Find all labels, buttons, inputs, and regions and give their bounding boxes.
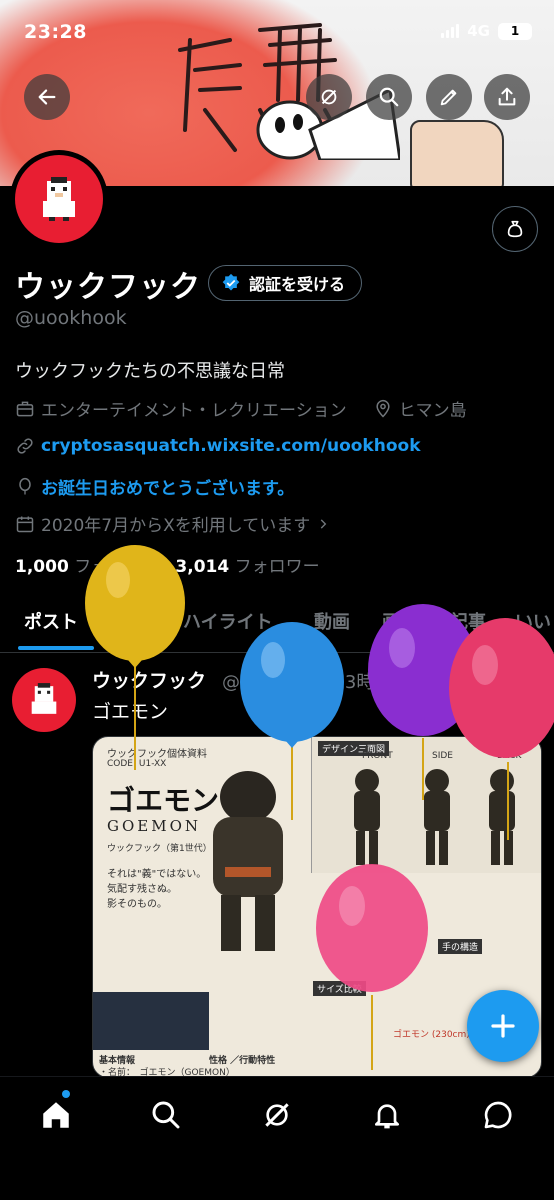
compose-post-button[interactable] (467, 990, 539, 1062)
home-icon (43, 1102, 69, 1128)
avatar-character-icon (43, 177, 75, 221)
status-time: 23:28 (24, 21, 87, 43)
briefcase-icon (16, 401, 34, 416)
media-character-main (213, 771, 283, 951)
profile-handle: @uookhook (15, 307, 127, 329)
following-link[interactable]: 1,000 フォロー中 (15, 557, 159, 577)
following-label: フォロー中 (74, 557, 160, 577)
follow-stats: 1,000 フォロー中 3,014 フォロワー (15, 552, 320, 577)
search-icon (152, 1101, 180, 1129)
notifications-icon (375, 1104, 399, 1129)
followers-count: 3,014 (175, 557, 230, 577)
media-side-label: SIDE (432, 751, 453, 761)
nav-search[interactable] (146, 1095, 186, 1135)
nav-messages[interactable] (478, 1095, 518, 1135)
edit-icon (440, 89, 457, 106)
profile-birthday: お誕生日おめでとうございます。 (41, 479, 295, 499)
media-roman: GOEMON (107, 817, 202, 835)
share-button[interactable] (484, 74, 530, 120)
profile-website-row[interactable]: cryptosasquatch.wixsite.com/uookhook (15, 436, 421, 456)
post-time: 3時間 (344, 672, 393, 693)
network-label: 4G (467, 22, 490, 40)
grok-icon (265, 1103, 289, 1127)
balloon-icon (19, 477, 31, 494)
edit-button[interactable] (426, 74, 472, 120)
link-icon (17, 438, 33, 454)
profile-category: エンターテイメント・レクリエーション (41, 401, 347, 421)
media-three-views (354, 769, 515, 865)
signal-icon (441, 24, 460, 38)
post-text: ゴエモン (92, 701, 169, 723)
back-arrow-icon (38, 89, 56, 105)
grok-icon (321, 89, 337, 105)
following-count: 1,000 (15, 557, 69, 577)
media-code: CODE: U1-XX (107, 759, 167, 769)
tip-button[interactable] (492, 206, 538, 252)
banner-hand (410, 120, 504, 186)
post-meta: @uookhook · 3時間 (222, 672, 393, 693)
media-quote-1: それは"義"ではない。 (107, 869, 207, 880)
x-logo-icon (515, 671, 533, 689)
search-button[interactable] (366, 74, 412, 120)
tab-media[interactable]: 画像 (382, 608, 418, 634)
avatar-character-icon (31, 683, 57, 714)
home-notification-dot (62, 1090, 70, 1098)
profile-website-link[interactable]: cryptosasquatch.wixsite.com/uookhook (41, 436, 421, 456)
profile-avatar[interactable] (10, 150, 108, 248)
nav-grok[interactable] (257, 1095, 297, 1135)
profile-bio: ウックフックたちの不思議な日常 (15, 361, 285, 382)
media-personality: 性格 ／行動特性 (209, 1056, 276, 1066)
search-icon (379, 87, 399, 107)
bottom-navigation (0, 1076, 554, 1200)
followers-link[interactable]: 3,014 フォロワー (175, 557, 319, 577)
nav-home[interactable] (36, 1095, 76, 1135)
post-author-name[interactable]: ウックフック (92, 666, 206, 693)
tab-likes[interactable]: いい (515, 608, 551, 634)
nav-notifications[interactable] (367, 1095, 407, 1135)
post-author-handle: @uookhook (222, 672, 328, 693)
plus-icon (491, 1014, 515, 1038)
tab-videos[interactable]: 動画 (314, 608, 350, 634)
media-design-panel: デザイン三面図 FRONT SIDE BACK (311, 737, 541, 873)
media-night-scene (93, 992, 209, 1050)
profile-name: ウックフック (15, 270, 201, 305)
media-header: ウックフック個体資料 (107, 749, 207, 760)
media-back-label: BACK (497, 751, 522, 761)
calendar-icon (16, 516, 34, 532)
followers-label: フォロワー (234, 557, 320, 577)
active-tab-indicator (18, 646, 94, 650)
post-author-avatar[interactable] (12, 668, 76, 732)
battery-icon: 1 (498, 22, 532, 40)
get-verified-label: 認証を受ける (249, 275, 346, 294)
grok-button[interactable] (306, 74, 352, 120)
tab-replies[interactable]: 返信 (115, 608, 151, 634)
media-front-label: FRONT (362, 751, 393, 761)
profile-joined-row[interactable]: 2020年7月からXを利用しています (15, 511, 330, 536)
profile-birthday-row: お誕生日おめでとうございます。 (15, 474, 294, 499)
media-quote-3: 影そのもの。 (107, 899, 167, 910)
profile-location: ヒマン島 (398, 401, 467, 421)
media-size-value: ゴエモン (230cm) (393, 1030, 470, 1040)
tab-highlights[interactable]: ハイライト (183, 608, 273, 634)
verified-badge-icon (222, 273, 240, 291)
status-bar: 23:28 4G 1 (0, 0, 554, 60)
chevron-right-icon (320, 518, 327, 529)
messages-icon (484, 1101, 512, 1129)
money-bag-icon (507, 220, 523, 238)
share-icon (498, 87, 516, 106)
profile-meta-row: エンターテイメント・レクリエーション ヒマン島 (15, 396, 467, 421)
location-icon (376, 399, 390, 418)
tab-articles[interactable]: 記事 (450, 608, 486, 634)
tab-posts[interactable]: ポスト (24, 608, 78, 634)
media-quote-2: 気配す残さぬ。 (107, 884, 177, 895)
back-button[interactable] (24, 74, 70, 120)
media-hands-label: 手の構造 (438, 939, 483, 954)
profile-joined: 2020年7月からXを利用しています (41, 516, 311, 536)
media-compare-label: サイズ比較 (313, 981, 366, 996)
get-verified-button[interactable]: 認証を受ける (208, 265, 363, 301)
